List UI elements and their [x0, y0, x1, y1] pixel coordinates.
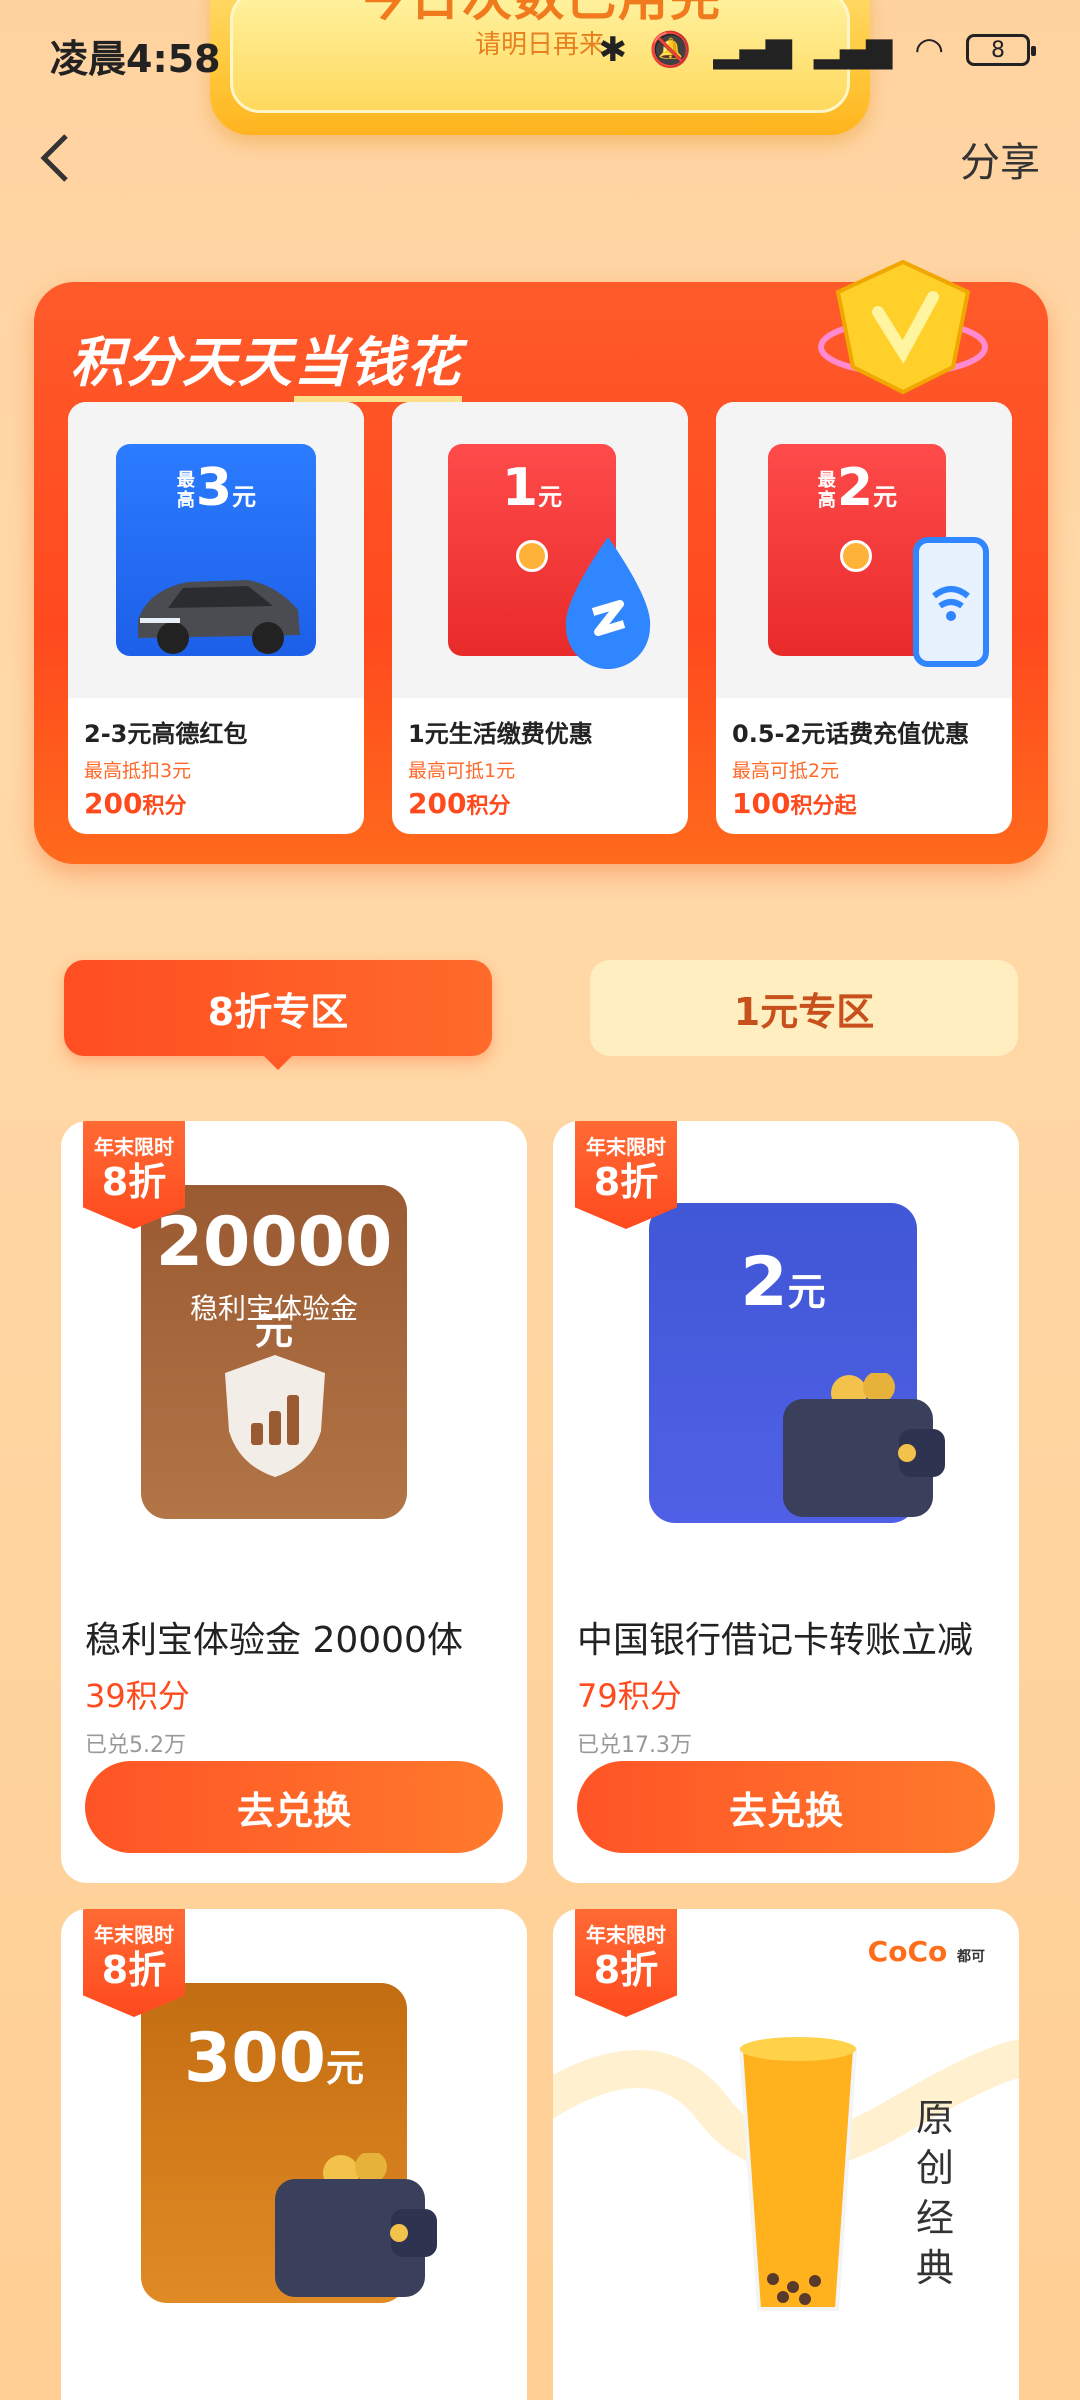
product-image-subtitle: 稳利宝体验金: [189, 1292, 358, 1325]
gold-coin-icon: [818, 259, 988, 395]
discount-badge: 年末限时 8折: [83, 1121, 185, 1229]
discount-badge: 年末限时 8折: [83, 1909, 185, 2017]
status-time: 凌晨4:58: [50, 37, 221, 81]
promo-card-name: 0.5-2元话费充值优惠: [732, 720, 970, 748]
discount-badge: 年末限时 8折: [575, 1909, 677, 2017]
product-image-amount: 300元: [184, 2019, 364, 2098]
wifi-icon: ◠: [914, 30, 944, 70]
vertical-slogan: 原创经典: [915, 2096, 954, 2290]
shield-chart-icon: [225, 1355, 325, 1477]
product-sold: 已兑5.2万: [85, 1733, 186, 1758]
coco-logo: CoCo 都可: [867, 1935, 985, 1968]
promo-card-limit: 最高可抵1元: [408, 760, 516, 782]
product-title: 中国银行借记卡转账立减: [577, 1620, 974, 1661]
promo-card-points: 100积分起: [732, 787, 857, 820]
promo-card-image: 最高3元: [68, 402, 364, 698]
battery-icon: 8: [966, 34, 1036, 66]
promo-cards: 最高3元 2-3元高德红包 最高抵扣3元 200积分 1元 1元生活缴费优惠 最…: [68, 402, 1014, 834]
redeem-button[interactable]: 去兑换: [85, 1761, 503, 1853]
signal-2-icon: ▂▄▆: [813, 30, 893, 70]
bluetooth-icon: ✱: [598, 30, 628, 70]
promo-card-name: 2-3元高德红包: [84, 720, 248, 748]
product-image: 20000元 稳利宝体验金: [141, 1185, 407, 1519]
share-button[interactable]: 分享: [960, 130, 1040, 188]
bubble-tea-cup-icon: [738, 2037, 858, 2311]
back-button[interactable]: [36, 128, 84, 188]
promo-card-limit: 最高可抵2元: [732, 760, 840, 782]
promo-card-image: 最高2元: [716, 402, 1012, 698]
promo-card-amap[interactable]: 最高3元 2-3元高德红包 最高抵扣3元 200积分: [68, 402, 364, 834]
product-card[interactable]: 年末限时 8折 2元 中国银行借记卡转账立减 79积分 已兑17.3万 去兑换: [553, 1121, 1019, 1883]
product-price: 39积分: [85, 1677, 190, 1715]
product-image-amount: 20000元: [155, 1203, 393, 1353]
phone-wifi-icon: [913, 537, 989, 667]
back-arrow-icon: [40, 134, 68, 182]
promo-card-points: 200积分: [408, 787, 511, 820]
signal-1-icon: ▂▄▆: [713, 30, 792, 70]
product-card[interactable]: 年末限时 8折 20000元 稳利宝体验金 稳利宝体验金 20000体 39积分 …: [61, 1121, 527, 1883]
promo-card-phone[interactable]: 最高2元 0.5-2元话费充值优惠 最高可抵2元 100积分起: [716, 402, 1012, 834]
product-card[interactable]: 年末限时 8折 CoCo 都可 原创经典: [553, 1909, 1019, 2400]
tab-8-discount[interactable]: 8折专区: [64, 960, 492, 1070]
product-card[interactable]: 年末限时 8折 300元: [61, 1909, 527, 2400]
coin-dot-icon: [840, 540, 872, 572]
status-bar: 凌晨4:58 ✱ 🔕 ▂▄▆ ▂▄▆ ◠ 8: [0, 0, 1080, 104]
product-image-amount: 2元: [740, 1243, 826, 1322]
promo-title-part2: 当钱花: [294, 331, 462, 402]
tab-1-yuan[interactable]: 1元专区: [590, 960, 1018, 1056]
product-price: 79积分: [577, 1677, 682, 1715]
coin-dot-icon: [516, 540, 548, 572]
water-drop-icon: [565, 537, 651, 669]
promo-card-utility[interactable]: 1元 1元生活缴费优惠 最高可抵1元 200积分: [392, 402, 688, 834]
status-icons: ✱ 🔕 ▂▄▆ ▂▄▆ ◠ 8: [598, 30, 1036, 70]
promo-panel: 积分天天当钱花 最高3元 2-3元高德红包 最高抵扣3元 200积分 1元 1元…: [34, 259, 1048, 864]
wallet-icon: [275, 2153, 437, 2297]
redeem-button[interactable]: 去兑换: [577, 1761, 995, 1853]
product-sold: 已兑17.3万: [577, 1733, 692, 1758]
promo-card-name: 1元生活缴费优惠: [408, 720, 593, 748]
promo-card-limit: 最高抵扣3元: [84, 760, 192, 782]
promo-title-part1: 积分天天: [70, 331, 294, 394]
car-icon: [138, 580, 300, 654]
product-image: 2元: [649, 1203, 945, 1523]
discount-badge: 年末限时 8折: [575, 1121, 677, 1229]
product-image: 300元: [141, 1983, 437, 2303]
battery-level: 8: [991, 37, 1005, 63]
promo-card-image: 1元: [392, 402, 688, 698]
product-title: 稳利宝体验金 20000体: [85, 1620, 463, 1661]
wallet-icon: [783, 1373, 945, 1517]
promo-card-points: 200积分: [84, 787, 187, 820]
promo-title: 积分天天当钱花: [70, 318, 462, 402]
mute-icon: 🔕: [649, 30, 692, 70]
